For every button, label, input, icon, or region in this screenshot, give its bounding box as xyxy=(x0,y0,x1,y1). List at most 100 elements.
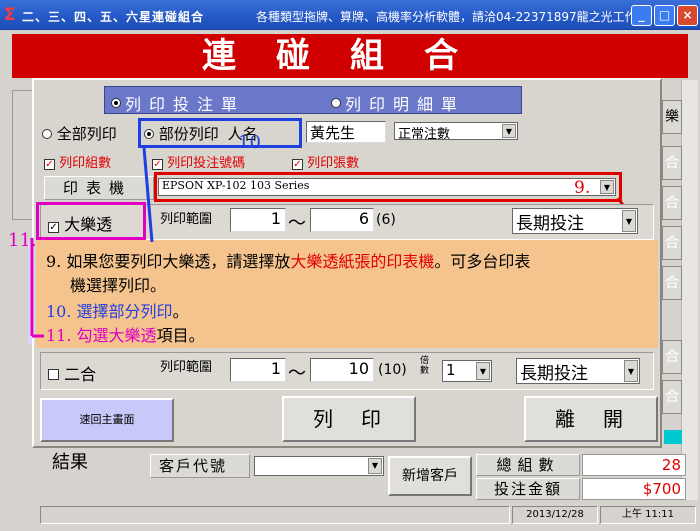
note-line-1: 9. 如果您要列印大樂透，請選擇放大樂透紙張的印表機。可多台印表 xyxy=(46,248,530,272)
note-highlight-blue: 部分列印 xyxy=(108,302,173,321)
window-subtitle: 各種類型拖牌、算牌、高機率分析軟體，請洽04-22371897龍之光工作室 xyxy=(256,10,649,24)
total-groups-value: 28 xyxy=(582,454,686,476)
chevron-down-icon[interactable]: ▼ xyxy=(624,360,638,382)
lotto-range-tilde: ～ xyxy=(288,213,306,234)
note-line-3: 10. 選擇部分列印。 xyxy=(46,298,189,322)
annotation-num-9: 9. xyxy=(574,178,591,198)
erhe-checkbox[interactable]: 二合 xyxy=(48,361,96,385)
total-groups-label: 總組數 xyxy=(476,454,580,476)
instruction-note: 9. 如果您要列印大樂透，請選擇放大樂透紙張的印表機。可多台印表 機選擇列印。 … xyxy=(36,240,658,348)
note-text: 。可多台印表 xyxy=(434,252,531,271)
note-highlight-magenta: 大樂透 xyxy=(108,326,157,345)
erhe-range-from[interactable]: 1 xyxy=(230,358,286,382)
erhe-mode-select[interactable]: 長期投注 ▼ xyxy=(516,358,640,384)
chk-group-label: 列印組數 xyxy=(59,156,112,171)
radio-all-indicator[interactable] xyxy=(42,129,52,139)
lotto-label: 大樂透 xyxy=(64,215,113,234)
chevron-down-icon[interactable]: ▼ xyxy=(368,458,382,474)
chk-sheets-label: 列印張數 xyxy=(307,156,360,171)
back-to-main-button[interactable]: 速回主畫面 xyxy=(40,398,174,442)
erhe-multiple-label: 倍數 xyxy=(420,356,430,376)
erhe-range-tilde: ～ xyxy=(288,363,306,384)
lotto-mode-value: 長期投注 xyxy=(516,214,584,234)
lotto-range-from[interactable]: 1 xyxy=(230,208,286,232)
note-text-blue: 10. 選擇 xyxy=(46,302,109,321)
customer-select[interactable]: ▼ xyxy=(254,456,384,476)
checkbox-group[interactable]: ✓ xyxy=(44,159,55,170)
page-banner: 連碰組合 xyxy=(12,34,688,78)
chk-code-label: 列印投注號碼 xyxy=(167,156,246,171)
tab-print-detail[interactable]: 列印明細單 xyxy=(331,91,465,115)
note-text: 9. 如果您要列印大樂透，請選擇放 xyxy=(46,252,291,271)
side-tab-3[interactable]: 合 xyxy=(662,226,682,260)
lotto-count: (6) xyxy=(376,212,396,228)
note-text: 項目。 xyxy=(156,326,205,345)
radio-print-order[interactable] xyxy=(111,98,121,108)
chevron-down-icon[interactable]: ▼ xyxy=(622,210,636,232)
side-tab-0[interactable]: 樂 xyxy=(662,100,682,134)
status-time: 上午 11:11 xyxy=(600,506,696,524)
note-line-2: 機選擇列印。 xyxy=(70,276,167,295)
print-button[interactable]: 列 印 xyxy=(282,396,416,442)
note-line-4: 11. 勾選大樂透項目。 xyxy=(46,322,205,346)
radio-print-detail[interactable] xyxy=(331,98,341,108)
side-tab-1[interactable]: 合 xyxy=(662,146,682,180)
note-text-magenta: 11. 勾選 xyxy=(46,326,109,345)
close-button[interactable]: × xyxy=(677,5,698,26)
bet-type-select[interactable]: 正常注數 ▼ xyxy=(394,122,518,140)
radio-all-print[interactable]: 全部列印 xyxy=(42,123,117,144)
lotto-range-to[interactable]: 6 xyxy=(310,208,374,232)
name-input[interactable]: 黃先生 xyxy=(306,121,386,143)
customer-label: 客戶代號 xyxy=(150,454,250,478)
annotation-line-10 xyxy=(142,147,154,243)
app-icon[interactable]: Σ xyxy=(4,6,20,24)
chk-group[interactable]: ✓ 列印組數 xyxy=(44,156,111,171)
annotation-line-11 xyxy=(30,238,44,338)
radio-partial-indicator[interactable] xyxy=(144,129,154,139)
erhe-multiple-select[interactable]: 1 ▼ xyxy=(442,360,492,382)
maximize-button[interactable]: □ xyxy=(654,5,675,26)
erhe-multiple-value: 1 xyxy=(446,361,456,379)
status-cell-main xyxy=(40,506,510,524)
checkbox-lotto[interactable]: ✓ xyxy=(48,222,59,233)
side-tab-2[interactable]: 合 xyxy=(662,186,682,220)
erhe-count: (10) xyxy=(378,362,407,378)
annotation-num-10: 10. xyxy=(238,132,267,153)
note-highlight-red: 大樂透紙張的印表機 xyxy=(290,252,435,271)
lotto-range-label: 列印範圍 xyxy=(160,212,213,227)
tab-print-order[interactable]: 列印投注單 xyxy=(111,91,245,115)
printer-value: EPSON XP-102 103 Series xyxy=(162,179,310,192)
bet-type-value: 正常注數 xyxy=(398,127,451,140)
result-label: 結果 xyxy=(52,452,88,473)
leave-button[interactable]: 離 開 xyxy=(524,396,658,442)
erhe-range-label: 列印範圍 xyxy=(160,360,213,375)
erhe-label: 二合 xyxy=(64,365,97,384)
all-print-label: 全部列印 xyxy=(56,125,117,143)
left-frame xyxy=(12,90,34,220)
status-date: 2013/12/28 xyxy=(512,506,598,524)
note-text: 。 xyxy=(172,302,189,321)
side-tab-4[interactable]: 合 xyxy=(662,266,682,300)
side-tab-5[interactable]: 合 xyxy=(662,340,682,374)
printer-select[interactable]: EPSON XP-102 103 Series ▼ xyxy=(158,178,616,196)
chk-sheets[interactable]: ✓ 列印張數 xyxy=(292,152,359,171)
window-title: 二、三、四、五、六星連碰組合 xyxy=(22,10,205,24)
checkbox-sheets[interactable]: ✓ xyxy=(292,159,303,170)
bet-amount-label: 投注金額 xyxy=(476,478,580,500)
side-tab-6[interactable]: 合 xyxy=(662,380,682,414)
chevron-down-icon[interactable]: ▼ xyxy=(476,362,490,380)
add-customer-button[interactable]: 新增客戶 xyxy=(388,456,472,496)
erhe-mode-value: 長期投注 xyxy=(520,364,588,384)
side-indicator xyxy=(664,430,682,444)
minimize-button[interactable]: _ xyxy=(631,5,652,26)
partial-print-label: 部份列印 xyxy=(158,125,219,143)
lotto-mode-select[interactable]: 長期投注 ▼ xyxy=(512,208,638,234)
erhe-range-to[interactable]: 10 xyxy=(310,358,374,382)
checkbox-erhe[interactable] xyxy=(48,369,59,380)
chevron-down-icon[interactable]: ▼ xyxy=(600,180,614,194)
bet-amount-value: $700 xyxy=(582,478,686,500)
vertical-scrollbar[interactable] xyxy=(681,80,698,500)
lotto-checkbox[interactable]: ✓ 大樂透 xyxy=(48,211,112,235)
chevron-down-icon[interactable]: ▼ xyxy=(502,124,516,138)
print-mode-tabs: 列印投注單 列印明細單 xyxy=(104,86,522,114)
